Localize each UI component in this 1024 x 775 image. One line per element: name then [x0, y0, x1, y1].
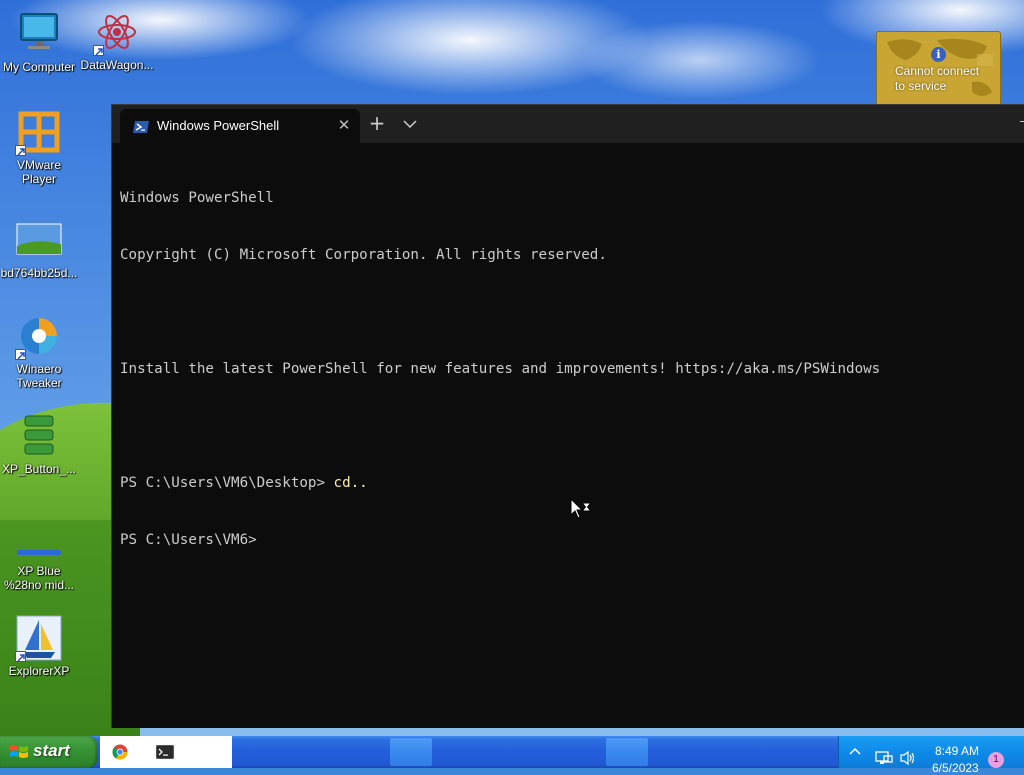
- new-tab-button[interactable]: +: [366, 113, 388, 135]
- tab-windows-powershell[interactable]: Windows PowerShell ✕: [120, 109, 360, 143]
- notification-badge[interactable]: 1: [988, 752, 1004, 768]
- chevron-down-icon[interactable]: [400, 114, 420, 134]
- shortcut-arrow-icon: [15, 145, 26, 156]
- shortcut-arrow-icon: [15, 651, 26, 662]
- desktop-icon-bd764bb25d[interactable]: bd764bb25d...: [0, 216, 78, 280]
- xp-button-icon: [15, 412, 63, 460]
- tab-title: Windows PowerShell: [157, 118, 280, 133]
- terminal-window[interactable]: Windows PowerShell ✕ + Windows PowerShel…: [111, 104, 1024, 728]
- desktop-icon-label: XP Blue %28no mid...: [3, 564, 75, 592]
- prompt: PS C:\Users\VM6\Desktop>: [120, 475, 334, 491]
- command-text: cd..: [333, 475, 368, 491]
- clock-date[interactable]: 6/5/2023: [932, 761, 979, 775]
- datawagon-icon: [93, 8, 141, 56]
- notification-line-1: Cannot connect: [895, 64, 980, 78]
- desktop-icon-label: bd764bb25d...: [0, 266, 78, 280]
- desktop-icon-label: ExplorerXP: [8, 664, 70, 678]
- desktop-icon-label: My Computer: [2, 60, 76, 74]
- desktop-icon-my-computer[interactable]: My Computer: [0, 10, 78, 74]
- shortcut-arrow-icon: [93, 45, 104, 56]
- shortcut-arrow-icon: [15, 349, 26, 360]
- desktop-icon-xp-blue[interactable]: XP Blue %28no mid...: [0, 540, 78, 592]
- quick-launch-bar: [100, 736, 232, 768]
- volume-icon[interactable]: [899, 750, 917, 770]
- desktop-icon-winaero-tweaker[interactable]: Winaero Tweaker: [0, 312, 78, 390]
- console-prompt-line[interactable]: PS C:\Users\VM6>: [120, 531, 1024, 550]
- terminal-icon[interactable]: [156, 744, 174, 760]
- winaero-icon: [15, 312, 63, 360]
- start-button[interactable]: start: [0, 736, 98, 768]
- system-tray: 8:49 AM 6/5/2023 1: [838, 736, 1024, 775]
- info-icon: i: [931, 47, 946, 62]
- notification-message: Cannot connect to service: [895, 64, 979, 94]
- minimize-button[interactable]: [1020, 121, 1024, 122]
- chrome-icon[interactable]: [112, 744, 128, 760]
- image-file-icon: [15, 216, 63, 264]
- desktop-icon-xp-button[interactable]: XP_Button_...: [0, 412, 78, 476]
- taskbar-item[interactable]: [606, 738, 648, 766]
- console-line: Copyright (C) Microsoft Corporation. All…: [120, 247, 607, 263]
- notification-line-2: to service: [895, 79, 947, 93]
- desktop-icon-explorerxp[interactable]: ExplorerXP: [0, 614, 78, 678]
- terminal-titlebar[interactable]: Windows PowerShell ✕ +: [112, 105, 1024, 143]
- vmware-icon: [15, 108, 63, 156]
- console-prompt-line: PS C:\Users\VM6\Desktop> cd..: [120, 474, 1024, 493]
- start-label: start: [33, 741, 70, 760]
- console-line: Install the latest PowerShell for new fe…: [120, 361, 881, 377]
- desktop-icon-label: XP_Button_...: [1, 462, 77, 476]
- console-line: Windows PowerShell: [120, 190, 274, 206]
- desktop-icon-datawagon[interactable]: DataWagon...: [78, 8, 156, 72]
- busy-cursor-icon: [570, 498, 591, 519]
- chevron-up-icon[interactable]: [847, 744, 863, 764]
- taskbar: start 8:49 AM 6/5/2023 1: [0, 736, 1024, 775]
- taskbar-item[interactable]: [390, 738, 432, 766]
- windows-flag-icon: [10, 745, 28, 758]
- console-output[interactable]: Windows PowerShell Copyright (C) Microso…: [120, 151, 1024, 728]
- desktop-icon-vmware-player[interactable]: VMware Player: [0, 108, 78, 186]
- explorerxp-icon: [15, 614, 63, 662]
- powershell-icon: [132, 119, 150, 138]
- desktop-icon-label: VMware Player: [16, 158, 61, 186]
- network-icon[interactable]: [875, 750, 893, 770]
- xp-blue-icon: [15, 540, 63, 562]
- connection-notification[interactable]: i Cannot connect to service: [876, 31, 1001, 106]
- monitor-icon: [15, 10, 63, 58]
- desktop-icon-label: DataWagon...: [80, 58, 154, 72]
- desktop-icon-label: Winaero Tweaker: [16, 362, 62, 390]
- clock-time[interactable]: 8:49 AM: [935, 744, 979, 758]
- close-tab-icon[interactable]: ✕: [336, 117, 352, 133]
